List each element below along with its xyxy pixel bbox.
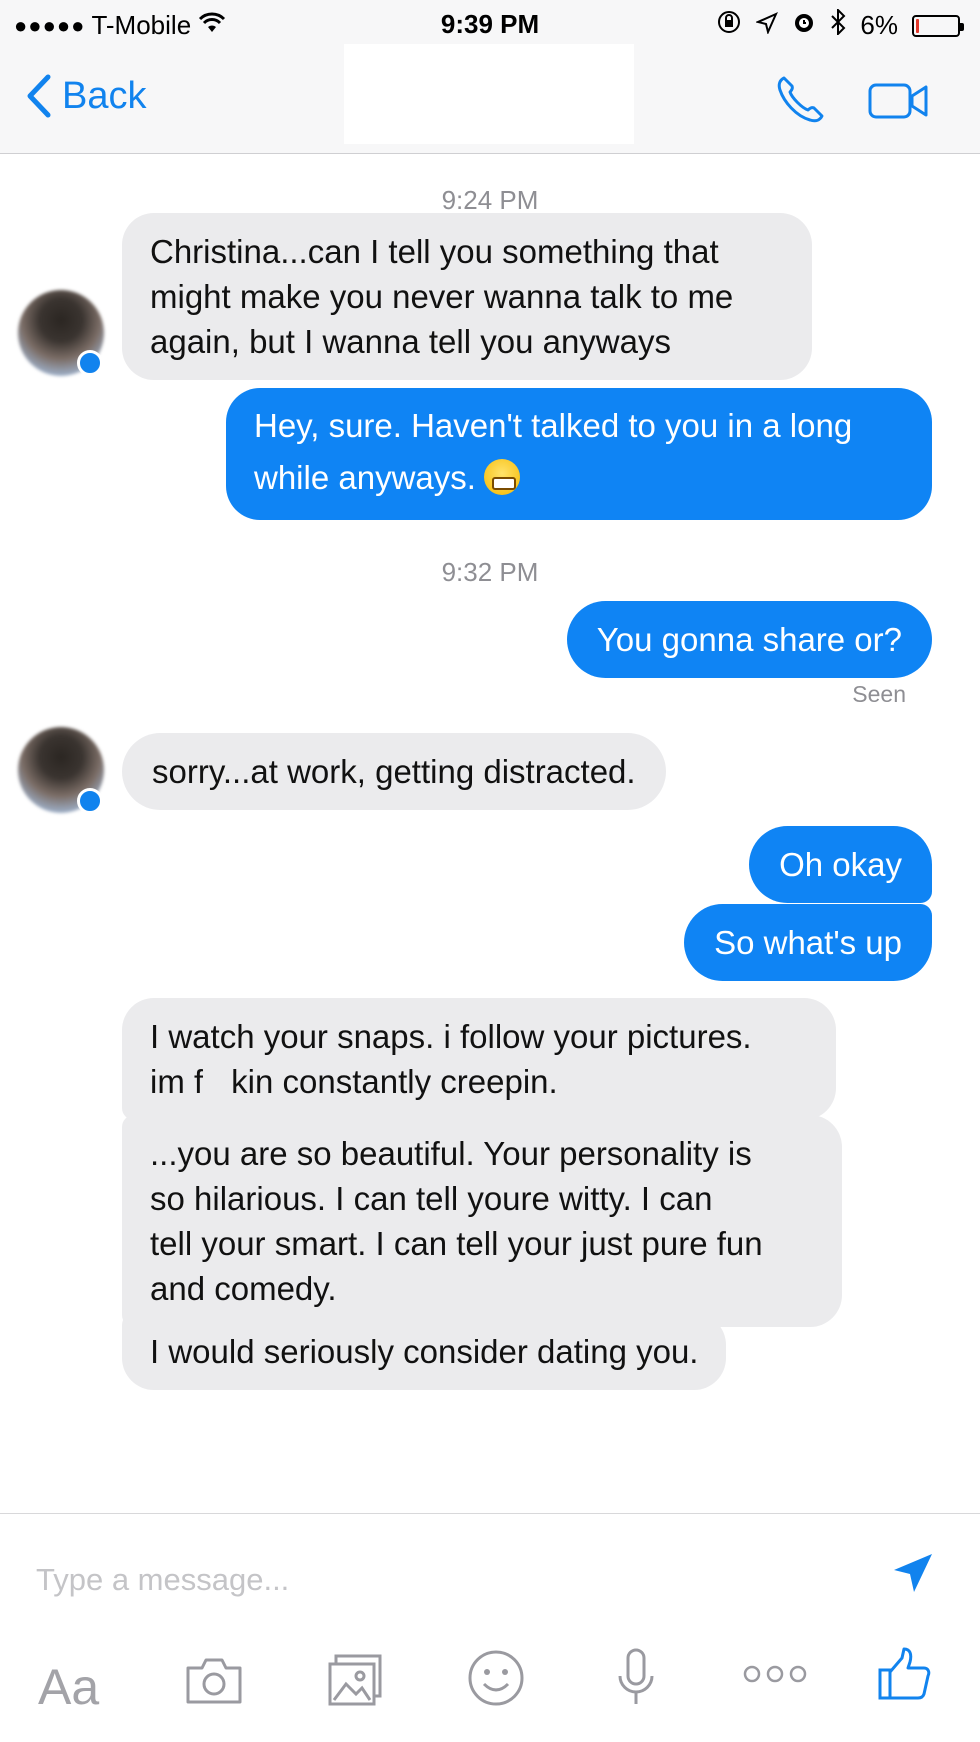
message-incoming[interactable]: ...you are so beautiful. Your personalit… — [122, 1115, 842, 1327]
back-button[interactable]: Back — [26, 74, 146, 118]
message-incoming[interactable]: sorry...at work, getting distracted. — [122, 733, 666, 810]
text-format-button[interactable]: Aa — [38, 1658, 99, 1716]
smiley-icon — [468, 1650, 524, 1706]
message-line: Christina...can I tell you something tha… — [150, 233, 719, 270]
message-line: I watch your snaps. i follow your pictur… — [150, 1018, 752, 1055]
back-label: Back — [62, 74, 147, 117]
message-incoming[interactable]: Christina...can I tell you something tha… — [122, 213, 812, 380]
video-call-button[interactable] — [868, 82, 930, 125]
message-line: im f — [150, 1063, 204, 1100]
message-line: ...you are so beautiful. Your personalit… — [150, 1135, 752, 1172]
chevron-left-icon — [27, 74, 51, 118]
call-button[interactable] — [774, 72, 828, 131]
message-line: so hilarious. I can tell youre witty. I … — [150, 1180, 713, 1217]
more-dots-icon — [743, 1665, 807, 1683]
message-line: kin constantly creepin. — [231, 1063, 558, 1100]
navigation-bar: Back — [0, 44, 980, 154]
messenger-badge-icon — [77, 788, 103, 814]
camera-icon — [186, 1658, 242, 1704]
orientation-lock-icon — [716, 9, 742, 42]
alarm-icon — [792, 10, 816, 41]
seen-indicator: Seen — [852, 681, 906, 707]
message-line: again, but I wanna tell you anyways — [150, 323, 671, 360]
photos-button[interactable] — [326, 1654, 384, 1713]
battery-percent: 6% — [860, 10, 898, 40]
like-button[interactable] — [876, 1646, 932, 1707]
message-outgoing[interactable]: Oh okay — [749, 826, 932, 903]
video-camera-icon — [868, 83, 928, 119]
send-button[interactable] — [890, 1550, 936, 1601]
timestamp: 9:32 PM — [441, 557, 539, 587]
microphone-icon — [618, 1648, 654, 1704]
message-outgoing[interactable]: You gonna share or? — [566, 601, 932, 678]
composer: Aa — [0, 1513, 980, 1742]
voice-button[interactable] — [616, 1648, 656, 1713]
camera-button[interactable] — [184, 1654, 244, 1711]
message-input[interactable] — [36, 1554, 856, 1606]
message-line: tell your smart. I can tell your just pu… — [150, 1225, 763, 1262]
photo-gallery-icon — [328, 1654, 382, 1706]
status-bar: ●●●●● T-Mobile 9:39 PM 6% — [0, 0, 980, 50]
more-button[interactable] — [742, 1664, 808, 1689]
composer-toolbar: Aa — [0, 1644, 980, 1734]
redaction-mark — [203, 1067, 232, 1097]
message-outgoing[interactable]: Hey, sure. Haven't talked to you in a lo… — [226, 388, 932, 520]
battery-fill — [916, 18, 919, 33]
status-right: 6% — [716, 7, 964, 42]
bluetooth-icon — [830, 7, 846, 42]
timestamp: 9:24 PM — [441, 185, 539, 215]
message-line: while anyways. — [254, 459, 476, 496]
conversation[interactable]: 9:24 PM Christina...can I tell you somet… — [0, 155, 980, 1513]
redacted-contact-name — [344, 44, 634, 144]
message-incoming[interactable]: I watch your snaps. i follow your pictur… — [122, 998, 836, 1120]
message-line: Hey, sure. Haven't talked to you in a lo… — [254, 407, 853, 444]
message-outgoing[interactable]: So what's up — [684, 904, 932, 981]
location-icon — [755, 10, 779, 41]
sticker-button[interactable] — [466, 1648, 526, 1713]
send-arrow-icon — [894, 1554, 932, 1592]
message-incoming[interactable]: I would seriously consider dating you. — [122, 1313, 727, 1390]
grimacing-face-emoji-icon — [483, 459, 520, 495]
thumbs-up-icon — [878, 1647, 931, 1700]
message-line: and comedy. — [150, 1270, 337, 1307]
phone-icon — [777, 76, 824, 123]
messenger-badge-icon — [77, 350, 103, 376]
message-line: might make you never wanna talk to me — [150, 278, 734, 315]
battery-icon — [912, 14, 964, 37]
